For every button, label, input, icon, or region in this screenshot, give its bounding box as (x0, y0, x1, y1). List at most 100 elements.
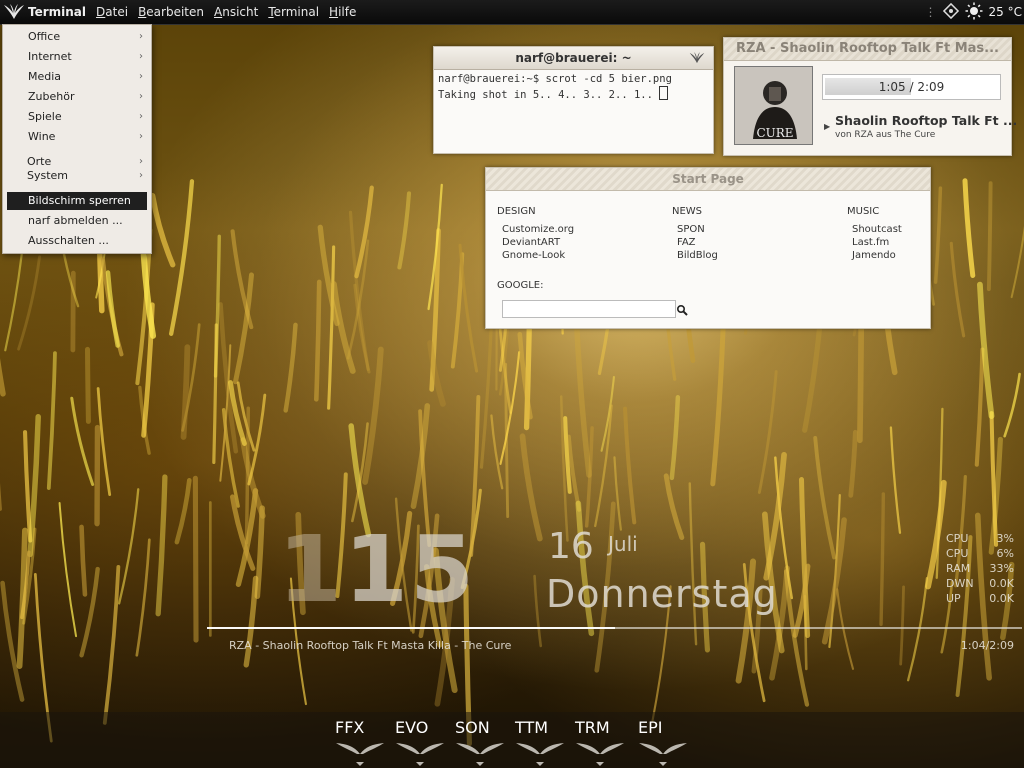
menu-ansicht[interactable]: Ansicht (214, 5, 258, 19)
sysinfo-row: CPU 3% (946, 532, 1014, 545)
launcher-ffx[interactable]: FFX (335, 718, 385, 737)
sysinfo-row: CPU 6% (946, 547, 1014, 560)
submenu-arrow-icon: › (139, 170, 143, 181)
menu-bearbeiten[interactable]: Bearbeiten (138, 5, 204, 19)
link-bildblog[interactable]: BildBlog (672, 249, 718, 262)
dock-wing-icon (456, 743, 504, 766)
start-page-title: Start Page (486, 168, 930, 191)
sysinfo-row: RAM 33% (946, 562, 1014, 575)
submenu-arrow-icon: › (139, 91, 143, 102)
temperature-readout[interactable]: 25 °C (989, 5, 1022, 19)
link-jamendo[interactable]: Jamendo (847, 249, 902, 262)
submenu-arrow-icon: › (139, 31, 143, 42)
menu-terminal[interactable]: Terminal (268, 5, 319, 19)
album-cover[interactable]: CURE (734, 66, 813, 145)
clock-month: Juli (608, 532, 638, 556)
link-shoutcast[interactable]: Shoutcast (847, 223, 902, 236)
sysinfo-row: DWN 0.0K (946, 577, 1014, 590)
terminal-window[interactable]: narf@brauerei: ~ narf@brauerei:~$ scrot … (433, 46, 714, 154)
menu-item-zubehoer[interactable]: Zubehör › (3, 88, 151, 106)
grass-blade (180, 344, 191, 440)
dock-wing-icon (576, 743, 624, 766)
weather-sun-icon[interactable] (965, 2, 983, 23)
menu-item-media[interactable]: Media › (3, 68, 151, 86)
submenu-arrow-icon: › (139, 51, 143, 62)
tray-separator-icon: ⋮ (924, 5, 937, 19)
column-heading: MUSIC (847, 206, 880, 217)
top-panel: Terminal Datei Bearbeiten Ansicht Termin… (0, 0, 1024, 25)
wings-logo-icon[interactable] (0, 0, 28, 24)
link-deviantart[interactable]: DeviantART (497, 236, 574, 249)
grass-blade (85, 346, 91, 424)
submenu-arrow-icon: › (139, 131, 143, 142)
clock-weekday: Donnerstag (546, 572, 778, 616)
cover-text: CURE (756, 126, 793, 140)
links-column-news: NEWS SPON FAZ BildBlog (672, 206, 718, 262)
launcher-epi[interactable]: EPI (638, 718, 688, 737)
now-playing-progress-fill (207, 627, 615, 629)
track-title: Shaolin Rooftop Talk Ft ... (835, 113, 1018, 128)
menu-datei[interactable]: Datei (96, 5, 128, 19)
network-icon[interactable] (942, 2, 959, 22)
system-monitor: CPU 3% CPU 6% RAM 33% DWN 0.0K UP 0.0K (946, 532, 1014, 607)
start-page-widget: Start Page DESIGN Customize.org DeviantA… (485, 167, 931, 329)
menu-hilfe[interactable]: Hilfe (329, 5, 356, 19)
clock-minutes: 15 (344, 516, 477, 623)
menu-item-office[interactable]: Office › (3, 28, 151, 46)
links-column-music: MUSIC Shoutcast Last.fm Jamendo (847, 206, 902, 262)
link-gnome-look[interactable]: Gnome-Look (497, 249, 574, 262)
launcher-evo[interactable]: EVO (395, 718, 445, 737)
menu-item-wine[interactable]: Wine › (3, 128, 151, 146)
column-heading: NEWS (672, 206, 703, 217)
google-label: GOOGLE: (497, 280, 544, 291)
wings-close-icon[interactable] (689, 50, 705, 72)
menu-item-system[interactable]: System › (3, 167, 151, 185)
now-playing-time: 1:04/2:09 (960, 639, 1014, 652)
menu-item-internet[interactable]: Internet › (3, 48, 151, 66)
now-playing-progress (207, 627, 1022, 629)
link-faz[interactable]: FAZ (672, 236, 718, 249)
now-playing-text: RZA - Shaolin Rooftop Talk Ft Masta Kill… (229, 639, 512, 652)
terminal-line: narf@brauerei:~$ scrot -cd 5 bier.png (438, 73, 672, 85)
google-search-input[interactable] (502, 300, 676, 318)
submenu-arrow-icon: › (139, 111, 143, 122)
menu-item-shutdown[interactable]: Ausschalten ... (3, 232, 151, 250)
launcher-trm[interactable]: TRM (575, 718, 625, 737)
dock-wing-icon (396, 743, 444, 766)
track-artist: von RZA aus The Cure (835, 130, 936, 140)
terminal-cursor (659, 86, 669, 100)
grass-blade (192, 475, 199, 643)
terminal-output[interactable]: narf@brauerei:~$ scrot -cd 5 bier.png Ta… (434, 70, 713, 105)
dock-wing-icon (639, 743, 687, 766)
dock-wing-icon (336, 743, 384, 766)
links-column-design: DESIGN Customize.org DeviantART Gnome-Lo… (497, 206, 574, 262)
launcher-ttm[interactable]: TTM (515, 718, 565, 737)
dock-wing-icon (516, 743, 564, 766)
play-icon[interactable]: ▶ (824, 122, 830, 131)
music-widget-title: RZA - Shaolin Rooftop Talk Ft Mas... (724, 38, 1011, 61)
clock-hour: 1 (278, 516, 345, 623)
menu-item-logout[interactable]: narf abmelden ... (3, 212, 151, 230)
clock-time: 115 (278, 520, 476, 620)
track-time: 1:05 / 2:09 (878, 80, 945, 94)
terminal-titlebar[interactable]: narf@brauerei: ~ (434, 47, 713, 70)
app-name[interactable]: Terminal (28, 5, 86, 19)
column-heading: DESIGN (497, 206, 536, 217)
grass-blade (314, 279, 322, 402)
launcher-son[interactable]: SON (455, 718, 505, 737)
clock-day: 16 (548, 526, 594, 567)
terminal-title: narf@brauerei: ~ (515, 51, 632, 65)
link-lastfm[interactable]: Last.fm (847, 236, 902, 249)
track-time-bar[interactable]: 1:05 / 2:09 (822, 74, 1001, 100)
grass-blade (986, 181, 993, 292)
terminal-line: Taking shot in 5.. 4.. 3.. 2.. 1.. (438, 89, 660, 101)
search-icon[interactable] (676, 301, 690, 316)
menu-item-lock-screen[interactable]: Bildschirm sperren (7, 192, 147, 210)
sysinfo-row: UP 0.0K (946, 592, 1014, 605)
submenu-arrow-icon: › (139, 71, 143, 82)
link-customize[interactable]: Customize.org (497, 223, 574, 236)
menu-item-spiele[interactable]: Spiele › (3, 108, 151, 126)
application-menu: Office › Internet › Media › Zubehör › Spiele… (2, 24, 152, 254)
link-spon[interactable]: SPON (672, 223, 718, 236)
music-player-widget: RZA - Shaolin Rooftop Talk Ft Mas... CUR… (723, 37, 1017, 156)
